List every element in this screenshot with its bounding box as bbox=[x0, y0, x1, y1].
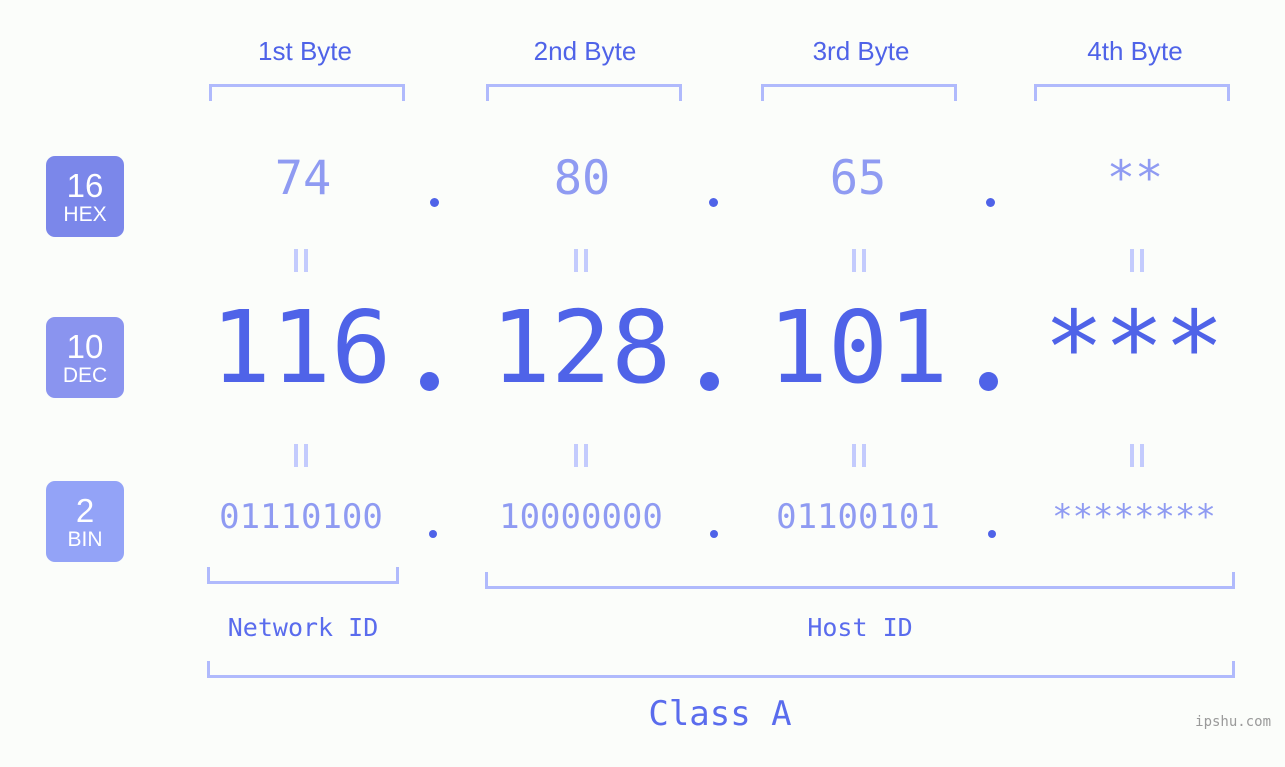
equals-mark-dec-bin-4 bbox=[1130, 444, 1144, 467]
hex-separator-dot-2 bbox=[709, 198, 718, 207]
dec-byte-value-2: 128 bbox=[490, 289, 672, 406]
byte-bracket-top-4 bbox=[1034, 84, 1230, 101]
byte-bracket-top-2 bbox=[486, 84, 682, 101]
base-badge-dec-name: DEC bbox=[62, 363, 108, 387]
byte-header-label-2: 2nd Byte bbox=[533, 36, 637, 66]
network-id-label: Network ID bbox=[227, 613, 379, 642]
hex-byte-value-2: 80 bbox=[553, 151, 611, 206]
base-badge-dec-number: 10 bbox=[66, 327, 104, 365]
byte-bracket-top-3 bbox=[761, 84, 957, 101]
base-badge-hex-number: 16 bbox=[66, 166, 104, 204]
base-badge-hex-name: HEX bbox=[63, 202, 107, 226]
byte-header-label-4: 4th Byte bbox=[1087, 36, 1183, 66]
bin-byte-value-2: 10000000 bbox=[499, 497, 663, 537]
site-watermark: ipshu.com bbox=[1195, 714, 1271, 730]
bin-byte-value-1: 01110100 bbox=[219, 497, 383, 537]
hex-byte-value-1: 74 bbox=[274, 151, 332, 206]
host-id-bracket bbox=[485, 572, 1235, 589]
dec-byte-value-4: *** bbox=[1043, 289, 1225, 406]
dec-byte-value-3: 101 bbox=[767, 289, 949, 406]
dec-byte-value-1: 116 bbox=[210, 289, 392, 406]
hex-byte-value-3: 65 bbox=[829, 151, 887, 206]
class-label: Class A bbox=[648, 694, 792, 734]
ip-address-breakdown-diagram: 1st Byte 2nd Byte 3rd Byte 4th Byte 16 H… bbox=[0, 0, 1285, 767]
base-badge-dec: 10 DEC bbox=[46, 317, 124, 398]
hex-byte-value-4: ** bbox=[1106, 151, 1164, 206]
equals-mark-hex-dec-1 bbox=[294, 249, 308, 272]
hex-separator-dot-3 bbox=[986, 198, 995, 207]
bin-separator-dot-3 bbox=[988, 530, 996, 538]
base-badge-bin-name: BIN bbox=[67, 527, 103, 551]
hex-separator-dot-1 bbox=[430, 198, 439, 207]
base-badge-bin-number: 2 bbox=[75, 491, 95, 529]
equals-mark-hex-dec-2 bbox=[574, 249, 588, 272]
equals-mark-hex-dec-4 bbox=[1130, 249, 1144, 272]
byte-header-label-1: 1st Byte bbox=[258, 36, 352, 66]
bin-byte-value-4: ******** bbox=[1052, 497, 1216, 537]
bin-separator-dot-1 bbox=[429, 530, 437, 538]
bin-separator-dot-2 bbox=[710, 530, 718, 538]
network-id-bracket bbox=[207, 567, 399, 584]
base-badge-bin: 2 BIN bbox=[46, 481, 124, 562]
byte-bracket-top-1 bbox=[209, 84, 405, 101]
equals-mark-hex-dec-3 bbox=[852, 249, 866, 272]
dec-separator-dot-2 bbox=[700, 372, 719, 391]
dec-separator-dot-1 bbox=[420, 372, 439, 391]
dec-separator-dot-3 bbox=[979, 372, 998, 391]
host-id-label: Host ID bbox=[807, 613, 913, 642]
class-bracket bbox=[207, 661, 1235, 678]
equals-mark-dec-bin-3 bbox=[852, 444, 866, 467]
equals-mark-dec-bin-2 bbox=[574, 444, 588, 467]
bin-byte-value-3: 01100101 bbox=[776, 497, 940, 537]
equals-mark-dec-bin-1 bbox=[294, 444, 308, 467]
base-badge-hex: 16 HEX bbox=[46, 156, 124, 237]
byte-header-label-3: 3rd Byte bbox=[812, 36, 910, 66]
